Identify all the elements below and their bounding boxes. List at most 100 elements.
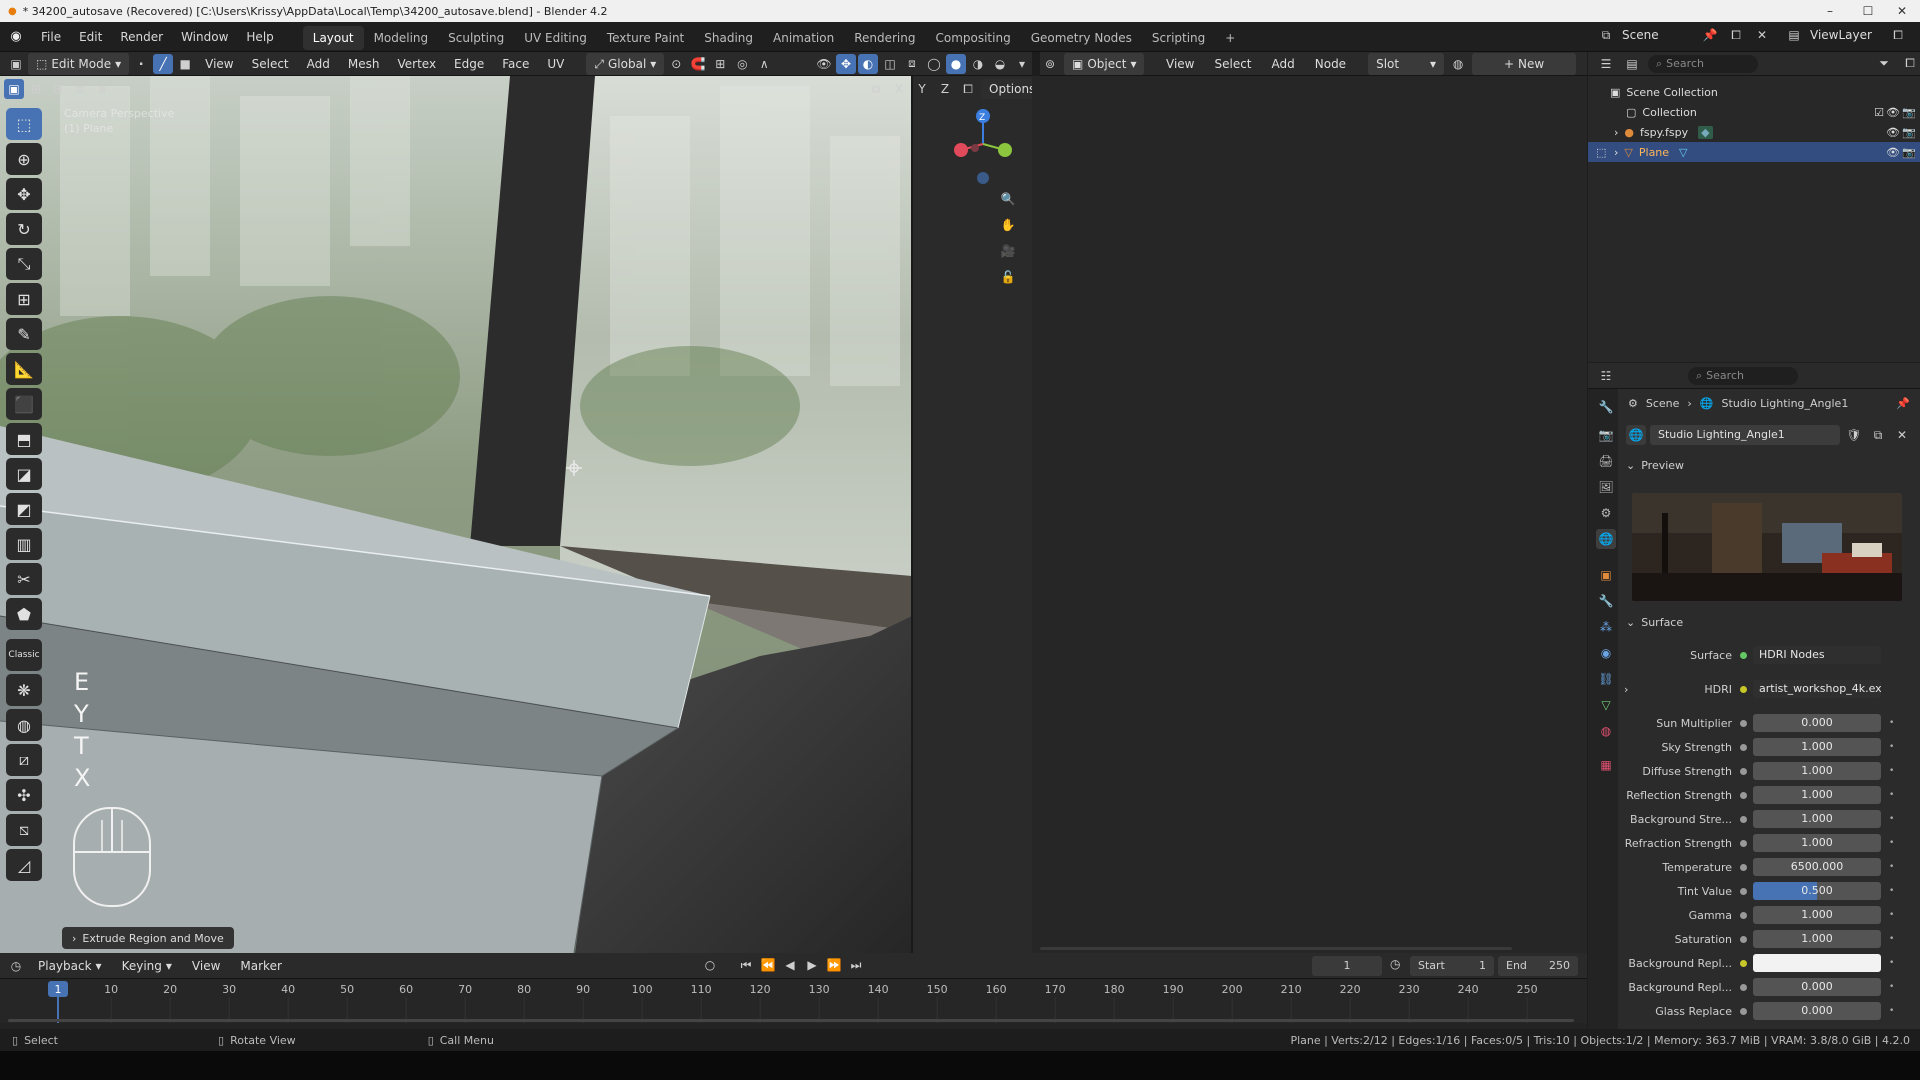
keyframe-dot-icon[interactable]: •: [1889, 814, 1897, 824]
camera-icon[interactable]: 📷: [1902, 126, 1916, 139]
move-tool-icon[interactable]: ✥: [6, 178, 42, 210]
pin-icon[interactable]: 📌: [1896, 397, 1910, 410]
scene-icon[interactable]: ⧉: [1596, 25, 1616, 45]
preview-panel-header[interactable]: ⌄ Preview: [1626, 459, 1684, 472]
auto-merge-icon[interactable]: ⧠: [958, 79, 978, 99]
menu-vertex[interactable]: Vertex: [389, 53, 444, 75]
axis-z-toggle[interactable]: Z: [935, 79, 955, 99]
tab-layout[interactable]: Layout: [302, 25, 364, 50]
keyframe-dot-icon[interactable]: •: [1889, 958, 1897, 968]
preview-range-icon[interactable]: ◷: [1390, 957, 1400, 971]
tab-sculpting[interactable]: Sculpting: [438, 26, 514, 50]
mesh-overlay-icon[interactable]: ◫: [880, 54, 900, 74]
material-browse-icon[interactable]: ◍: [1448, 54, 1468, 74]
editor-type-outliner-icon[interactable]: ☰: [1596, 54, 1616, 74]
add-cube-tool-icon[interactable]: ⬛: [6, 388, 42, 420]
modifier-tab-icon[interactable]: 🔧: [1596, 591, 1616, 611]
tab-rendering[interactable]: Rendering: [844, 26, 925, 50]
poly-build-tool-icon[interactable]: ⬟: [6, 598, 42, 630]
tab-uv-editing[interactable]: UV Editing: [514, 26, 597, 50]
particles-tab-icon[interactable]: ⁂: [1596, 617, 1616, 637]
property-value-field[interactable]: 1.000: [1753, 738, 1881, 756]
xray-icon[interactable]: ⧈: [902, 54, 922, 74]
editor-type-node-icon[interactable]: ⊚: [1040, 54, 1060, 74]
expand-arrow-icon[interactable]: ›: [1614, 146, 1618, 159]
new-viewlayer-icon[interactable]: ⧠: [1888, 25, 1908, 45]
world-browse-icon[interactable]: 🌐: [1626, 425, 1646, 445]
axis-y-toggle[interactable]: Y: [912, 79, 932, 99]
camera-icon[interactable]: 📷: [1902, 106, 1916, 119]
close-icon[interactable]: ✕: [1884, 0, 1920, 22]
property-value-field[interactable]: 1.000: [1753, 906, 1881, 924]
delete-scene-icon[interactable]: ✕: [1752, 25, 1772, 45]
box-select-extend-icon[interactable]: ⊞: [26, 79, 46, 99]
keyframe-dot-icon[interactable]: •: [1889, 862, 1897, 872]
slot-dropdown[interactable]: Slot ▾: [1368, 52, 1445, 75]
eye-icon[interactable]: 👁: [1886, 106, 1900, 119]
outliner-fspy[interactable]: › ● fspy.fspy ◆ 👁 📷: [1588, 122, 1920, 142]
surface-panel-header[interactable]: ⌄ Surface: [1626, 616, 1683, 629]
material-shading-icon[interactable]: ◑: [968, 54, 988, 74]
face-select-icon[interactable]: ■: [175, 54, 195, 74]
node-menu-view[interactable]: View: [1158, 53, 1202, 75]
menu-marker[interactable]: Marker: [232, 955, 289, 977]
editor-type-3dview-icon[interactable]: ▣: [6, 54, 26, 74]
proportional-edit-icon[interactable]: ◎: [732, 54, 752, 74]
keyframe-dot-icon[interactable]: •: [1889, 790, 1897, 800]
maximize-icon[interactable]: ☐: [1850, 0, 1886, 22]
pan-hand-icon[interactable]: ✋: [998, 215, 1018, 235]
tab-texture-paint[interactable]: Texture Paint: [597, 26, 694, 50]
extrude-tool-icon[interactable]: ⬒: [6, 423, 42, 455]
box-select-subtract-icon[interactable]: ⊟: [48, 79, 68, 99]
minimize-icon[interactable]: –: [1812, 0, 1848, 22]
node-editor-scrollbar[interactable]: [1040, 947, 1512, 950]
bevel-tool-icon[interactable]: ◩: [6, 493, 42, 525]
snap-target-icon[interactable]: ⊞: [710, 54, 730, 74]
axis-x-toggle[interactable]: X: [889, 79, 909, 99]
camera-view-icon[interactable]: 🎥: [998, 241, 1018, 261]
property-value-field[interactable]: 1.000: [1753, 786, 1881, 804]
tab-shading[interactable]: Shading: [694, 26, 763, 50]
start-frame-field[interactable]: Start 1: [1410, 956, 1494, 976]
display-mode-icon[interactable]: ▤: [1622, 54, 1642, 74]
edge-slide-tool-icon[interactable]: ⧄: [6, 744, 42, 776]
timeline-ruler[interactable]: 1 10 20 30 40 50 60 70 80 90 100 110 120 130 140 150 160…: [0, 979, 1587, 1023]
viewlayer-icon[interactable]: ▤: [1784, 25, 1804, 45]
checkbox-icon[interactable]: ☑: [1874, 106, 1884, 119]
play-reverse-icon[interactable]: ◀: [780, 955, 800, 975]
cursor-tool-icon[interactable]: ⊕: [6, 143, 42, 175]
box-select-intersect-icon[interactable]: ⧆: [92, 79, 112, 99]
edit-mode-icon[interactable]: ⬚: [1596, 146, 1606, 159]
rotate-tool-icon[interactable]: ↻: [6, 213, 42, 245]
camera-icon[interactable]: 📷: [1902, 146, 1916, 159]
texture-tab-icon[interactable]: ▦: [1596, 755, 1616, 775]
menu-help[interactable]: Help: [237, 22, 282, 52]
property-value-field[interactable]: 0.000: [1753, 978, 1881, 996]
hdri-field[interactable]: artist_workshop_4k.exr....: [1753, 680, 1881, 698]
current-frame-field[interactable]: 1: [1312, 956, 1382, 976]
outliner-plane[interactable]: ⬚ › ▽ Plane ▽ 👁 📷: [1588, 142, 1920, 162]
tab-scripting[interactable]: Scripting: [1142, 26, 1215, 50]
eye-icon[interactable]: 👁: [1886, 126, 1900, 139]
select-box-tool-icon[interactable]: ⬚: [6, 108, 42, 140]
new-collection-icon[interactable]: ⧠: [1900, 54, 1920, 74]
menu-select[interactable]: Select: [244, 53, 297, 75]
measure-tool-icon[interactable]: 📐: [6, 353, 42, 385]
inset-tool-icon[interactable]: ◪: [6, 458, 42, 490]
tab-geometry-nodes[interactable]: Geometry Nodes: [1021, 26, 1142, 50]
classic-tool-icon[interactable]: Classic: [6, 639, 42, 671]
zoom-icon[interactable]: 🔍: [998, 189, 1018, 209]
menu-playback[interactable]: Playback ▾: [30, 955, 110, 977]
navigation-gizmo[interactable]: Z: [948, 104, 1018, 188]
scale-tool-icon[interactable]: ⤡: [6, 248, 42, 280]
rendered-shading-icon[interactable]: ◒: [990, 54, 1010, 74]
edge-select-icon[interactable]: ╱: [153, 53, 174, 74]
box-select-new-icon[interactable]: ▣: [4, 79, 24, 99]
keyframe-dot-icon[interactable]: •: [1889, 982, 1897, 992]
falloff-icon[interactable]: ∧: [754, 54, 774, 74]
menu-file[interactable]: File: [32, 22, 70, 52]
property-value-field[interactable]: 1.000: [1753, 810, 1881, 828]
end-frame-field[interactable]: End 250: [1498, 956, 1578, 976]
menu-edge[interactable]: Edge: [446, 53, 492, 75]
expand-arrow-icon[interactable]: ›: [1614, 126, 1618, 139]
